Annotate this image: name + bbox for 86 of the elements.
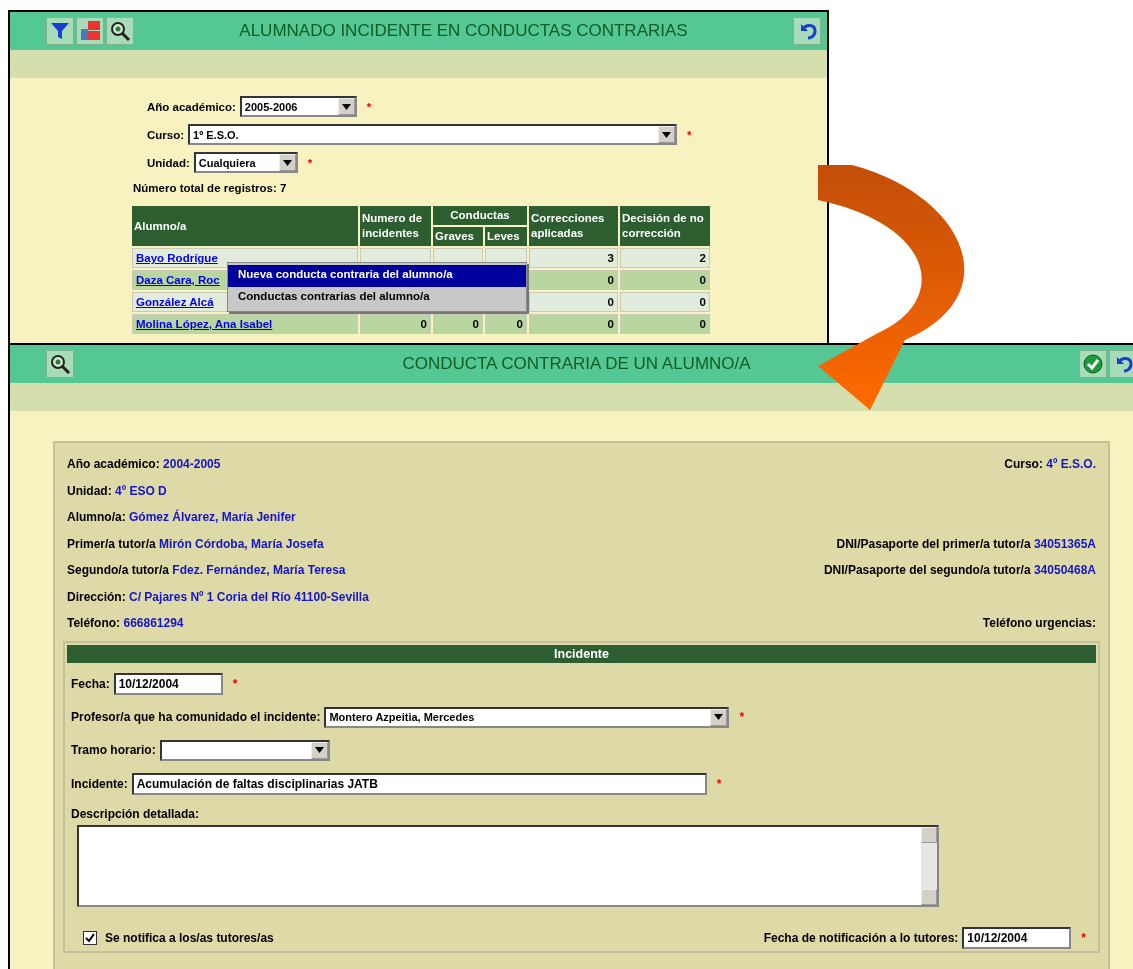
required-mark: *: [307, 156, 313, 169]
field-value: 2004-2005: [163, 457, 221, 472]
table-cell: 0: [620, 292, 710, 312]
field-label: Teléfono:: [67, 616, 121, 631]
field-value: 4º E.S.O.: [1046, 457, 1096, 472]
column-header: Numero de incidentes: [360, 206, 431, 246]
field-value: 34051365A: [1033, 536, 1096, 551]
column-header: Graves: [433, 227, 483, 246]
table-cell: 0: [529, 292, 618, 312]
record-count: Número total de registros: 7: [133, 182, 287, 194]
field-label: DNI/Pasaporte del primer/a tutor/a: [836, 536, 1031, 551]
table-cell: 0: [433, 314, 483, 334]
required-mark: *: [366, 100, 372, 113]
search-icon[interactable]: [106, 17, 134, 45]
description-field[interactable]: [77, 824, 939, 907]
table-cell: 3: [529, 248, 618, 268]
field-label: Unidad:: [147, 156, 190, 169]
field-label: Descripción detallada:: [71, 806, 201, 821]
input-field[interactable]: Acumulación de faltas disciplinarias JATB: [131, 772, 707, 795]
search-icon[interactable]: [46, 350, 74, 378]
field-value: 4º ESO D: [115, 483, 167, 498]
caret-icon: [282, 159, 292, 166]
field-value: Mirón Córdoba, María Josefa: [159, 536, 324, 551]
field-label: Unidad:: [67, 483, 112, 498]
window-title: ALUMNADO INCIDENTE EN CONDUCTAS CONTRARIAS: [238, 21, 689, 41]
undo-icon[interactable]: [1109, 350, 1133, 378]
column-header: Leves: [485, 227, 527, 246]
checkbox[interactable]: [83, 930, 97, 945]
field-value: 34050468A: [1033, 563, 1096, 578]
dropdown[interactable]: Cualquiera: [193, 152, 298, 173]
student-link[interactable]: Daza Cara, Roc: [136, 274, 220, 286]
table-cell: 0: [360, 314, 431, 334]
dropdown[interactable]: [159, 739, 330, 761]
field-value: 666861294: [123, 616, 184, 631]
column-group-header: Conductas: [433, 206, 527, 225]
field-label: Fecha de notificación a lo tutores:: [763, 930, 959, 945]
table-cell: 2: [620, 248, 710, 268]
field-label: Año académico:: [147, 100, 236, 113]
table-cell: 0: [620, 314, 710, 334]
checkbox-label: Se notifica a los/as tutores/as: [105, 930, 274, 945]
input-field[interactable]: 10/12/2004: [962, 926, 1072, 949]
field-label: Alumno/a:: [67, 510, 126, 525]
required-mark: *: [1081, 930, 1086, 945]
caret-icon: [341, 103, 351, 110]
field-label: Curso:: [147, 128, 185, 141]
caret-icon: [314, 747, 324, 753]
required-mark: *: [232, 676, 238, 691]
field-label: Segundo/a tutor/a: [67, 563, 169, 578]
field-label: DNI/Pasaporte del segundo/a tutor/a: [823, 563, 1031, 578]
table-cell: 0: [529, 314, 618, 334]
input-field[interactable]: 10/12/2004: [113, 672, 223, 695]
table-cell: 0: [485, 314, 527, 334]
required-mark: *: [739, 710, 745, 724]
dropdown[interactable]: 2005-2006: [239, 96, 357, 117]
required-mark: *: [687, 128, 692, 141]
field-value: Fdez. Fernández, María Teresa: [172, 563, 346, 578]
field-label: Incidente:: [71, 776, 128, 791]
funnel-icon[interactable]: [46, 17, 74, 45]
table-cell: 0: [620, 270, 710, 290]
column-header: Correcciones aplicadas: [529, 206, 618, 246]
field-label: Primer/a tutor/a: [67, 536, 156, 551]
student-link[interactable]: Molina López, Ana Isabel: [136, 318, 273, 330]
caret-icon: [714, 714, 724, 720]
student-link[interactable]: Bayo Rodrígue: [136, 252, 218, 264]
field-label: Teléfono urgencias:: [982, 616, 1096, 631]
field-label: Curso:: [1004, 457, 1043, 472]
dropdown[interactable]: 1º E.S.O.: [188, 124, 678, 145]
field-label: Profesor/a que ha comunidado el incidente:: [71, 710, 321, 724]
field-value: Gómez Álvarez, María Jenifer: [129, 510, 296, 525]
field-label: Fecha:: [71, 676, 110, 691]
field-label: Tramo horario:: [71, 743, 156, 757]
column-header: Decisión de no corrección: [620, 206, 710, 246]
field-label: Año académico:: [67, 457, 160, 472]
table-cell: 0: [529, 270, 618, 290]
menu-item[interactable]: Conductas contrarias del alumno/a: [228, 287, 526, 309]
field-value: C/ Pajares Nº 1 Coria del Río 41100-Sevilla: [129, 589, 369, 604]
undo-icon[interactable]: [793, 17, 821, 45]
field-label: Dirección:: [67, 589, 126, 604]
column-header: Alumno/a: [132, 206, 358, 246]
dropdown[interactable]: Montero Azpeitia, Mercedes: [324, 706, 730, 728]
caret-icon: [662, 131, 672, 138]
window-title: CONDUCTA CONTRARIA DE UN ALUMNO/A: [401, 354, 752, 374]
required-mark: *: [716, 776, 722, 791]
student-link[interactable]: González Alcá: [136, 296, 214, 308]
section-title: Incidente: [67, 644, 1096, 663]
menu-item[interactable]: Nueva conducta contraria del alumno/a: [228, 265, 526, 287]
